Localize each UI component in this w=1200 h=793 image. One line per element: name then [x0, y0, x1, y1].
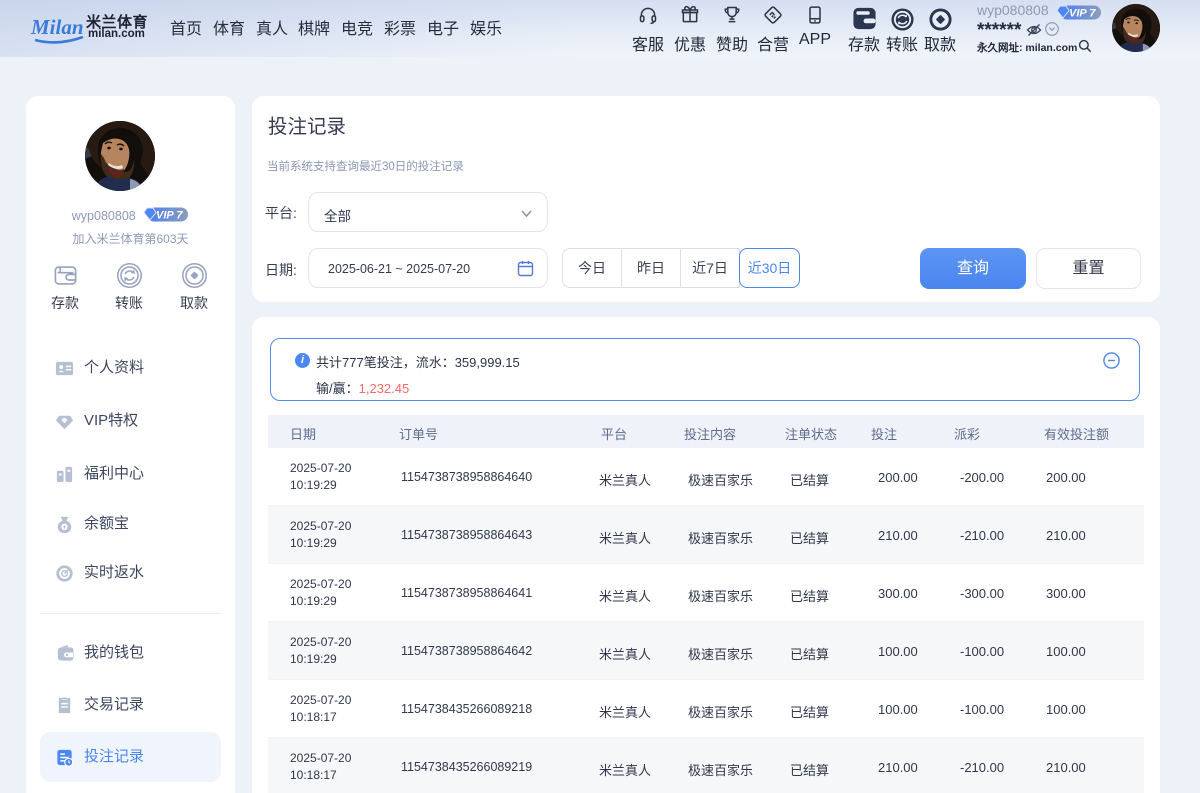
svg-text:VIP 7: VIP 7	[156, 210, 183, 222]
svg-text:Milan: Milan	[30, 15, 84, 39]
svg-text:VIP 7: VIP 7	[1069, 8, 1096, 20]
